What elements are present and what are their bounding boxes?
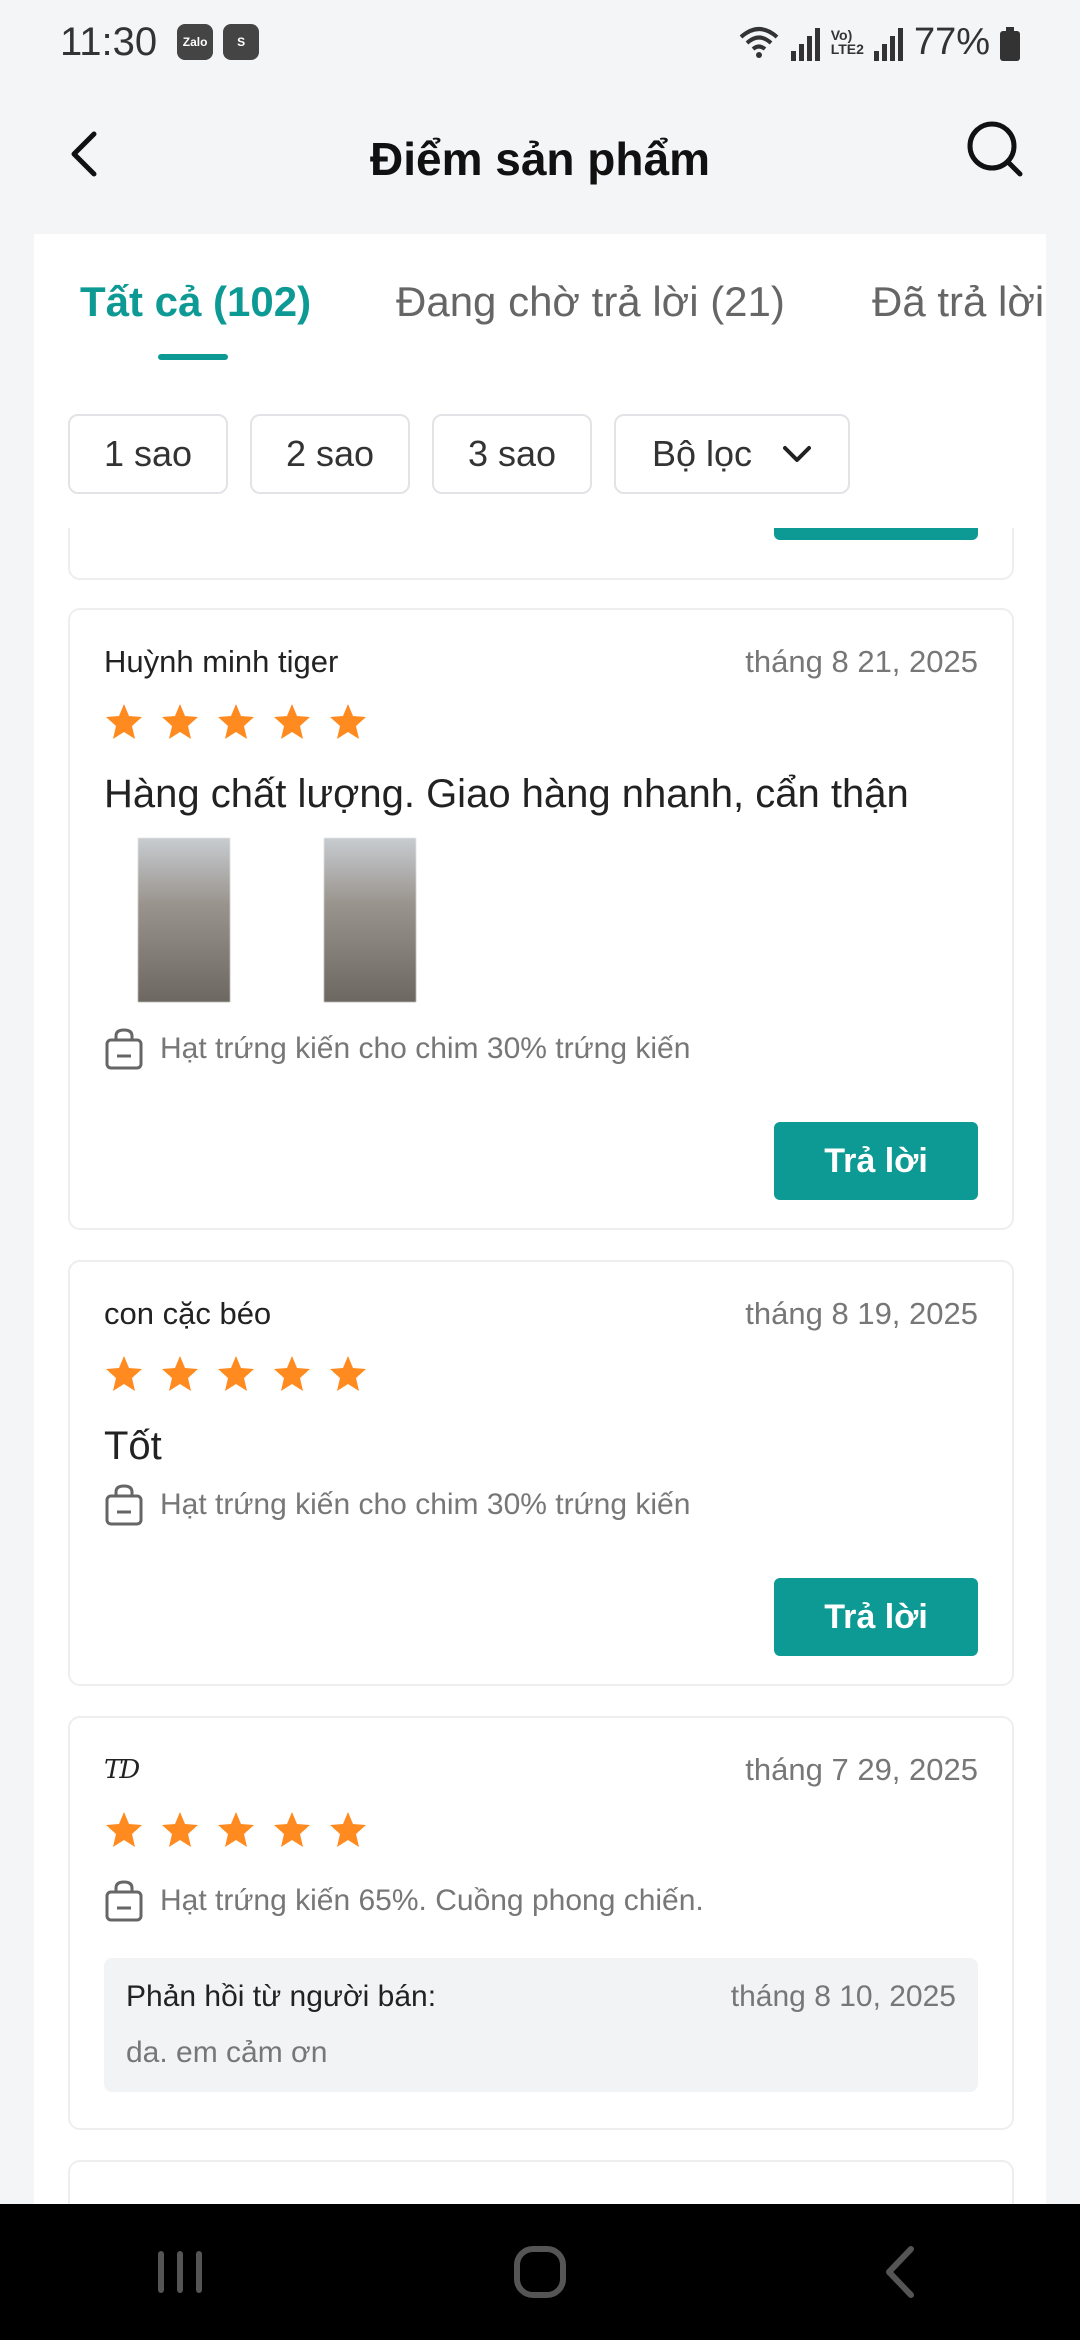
filter-label: 2 sao [285,433,375,474]
star-icon [218,704,254,739]
system-nav-bar [0,2204,1080,2340]
seller-reply-label: Phản hồi từ người bán: [126,1980,437,2013]
seller-reply: Phản hồi từ người bán: tháng 8 10, 2025 … [104,1958,978,2092]
shopping-bag-icon [105,1880,143,1922]
product-name: Hạt trứng kiến cho chim 30% trứng kiến [160,1032,691,1065]
star-icon [162,1812,198,1847]
status-time: 11:30 [60,19,158,64]
star-icon [218,1812,254,1847]
star-icon [274,1812,310,1847]
home-button[interactable] [495,2227,585,2317]
tab-pending[interactable]: Đang chờ trả lời (21) [396,278,785,326]
review-date: tháng 8 19, 2025 [745,1296,978,1331]
filter-label: 3 sao [467,433,557,474]
reviewer-name: TD [104,1755,140,1785]
review-text: Hàng chất lượng. Giao hàng nhanh, cẩn th… [104,772,909,816]
star-icon [162,704,198,739]
recent-apps-icon [158,2251,202,2293]
home-icon [514,2246,566,2298]
star-icon [106,704,142,739]
review-card-previous [68,528,1014,580]
filter-label: Bộ lọc [651,433,753,474]
signal-icon [790,23,821,61]
review-card: con cặc béo tháng 8 19, 2025 Tốt Hạt trứ… [68,1260,1014,1686]
review-card: TD tháng 7 29, 2025 Hạt trứng kiến 65%. … [68,1716,1014,2130]
star-icon [274,1356,310,1391]
reviewer-name: con cặc béo [104,1296,272,1331]
chevron-left-icon [71,131,97,177]
review-card-next [68,2160,1014,2204]
review-photo[interactable] [324,838,416,1002]
filter-3-star[interactable]: 3 sao [432,414,592,494]
filter-2-star[interactable]: 2 sao [250,414,410,494]
star-icon [106,1812,142,1847]
page-title: Điểm sản phẩm [370,133,710,185]
review-card: Huỳnh minh tiger tháng 8 21, 2025 Hàng c… [68,608,1014,1230]
filter-dropdown[interactable]: Bộ lọc [614,414,850,494]
reviewer-name: Huỳnh minh tiger [104,644,339,679]
reviews-panel: Tất cả (102) Đang chờ trả lời (21) Đã tr… [34,234,1046,2204]
review-list[interactable]: Huỳnh minh tiger tháng 8 21, 2025 Hàng c… [68,528,1014,2204]
back-icon [886,2246,914,2298]
reply-button-partial[interactable] [774,528,978,540]
volte-icon: Vo) LTE2 [830,27,864,57]
signal-icon-2 [873,23,904,61]
review-text: Tốt [104,1424,162,1468]
star-icon [106,1356,142,1391]
shopee-icon: S [223,24,260,60]
zalo-icon: Zalo [177,24,214,60]
star-icon [274,704,310,739]
wifi-icon [737,23,781,61]
battery-percent: 77% [913,20,990,63]
star-icon [218,1356,254,1391]
shopping-bag-icon [105,1484,143,1526]
star-rating [104,702,368,742]
chevron-down-icon [783,446,812,462]
product-row: Hạt trứng kiến cho chim 30% trứng kiến [104,1028,690,1070]
shopping-bag-icon [105,1028,143,1070]
filter-bar: 1 sao 2 sao 3 sao Bộ lọc [68,414,850,494]
filter-1-star[interactable]: 1 sao [68,414,228,494]
product-row: Hạt trứng kiến 65%. Cuồng phong chiến. [104,1880,704,1922]
tab-bar: Tất cả (102) Đang chờ trả lời (21) Đã tr… [34,234,1046,374]
recent-apps-button[interactable] [135,2227,225,2317]
star-icon [162,1356,198,1391]
review-photo[interactable] [138,838,230,1002]
star-rating [104,1810,368,1850]
product-row: Hạt trứng kiến cho chim 30% trứng kiến [104,1484,690,1526]
review-date: tháng 7 29, 2025 [745,1752,978,1787]
star-icon [330,704,366,739]
back-button[interactable] [54,124,114,184]
tab-indicator [158,354,228,360]
search-icon [967,121,1023,177]
battery-icon [1000,23,1020,61]
product-name: Hạt trứng kiến cho chim 30% trứng kiến [160,1488,691,1521]
review-date: tháng 8 21, 2025 [745,644,978,679]
seller-reply-date: tháng 8 10, 2025 [730,1980,956,2013]
tab-replied[interactable]: Đã trả lời [872,278,1044,326]
star-icon [330,1356,366,1391]
star-icon [330,1812,366,1847]
star-rating [104,1354,368,1394]
product-name: Hạt trứng kiến 65%. Cuồng phong chiến. [160,1884,704,1917]
app-header: Điểm sản phẩm [0,84,1080,234]
tab-all[interactable]: Tất cả (102) [80,278,311,326]
search-button[interactable] [960,114,1030,184]
filter-label: 1 sao [103,433,193,474]
reply-button[interactable]: Trả lời [774,1122,978,1200]
seller-reply-text: da. em cảm ơn [126,2036,328,2069]
reply-button[interactable]: Trả lời [774,1578,978,1656]
status-bar: 11:30 Zalo S Vo) LTE2 77% [0,0,1080,84]
back-nav-button[interactable] [855,2227,945,2317]
